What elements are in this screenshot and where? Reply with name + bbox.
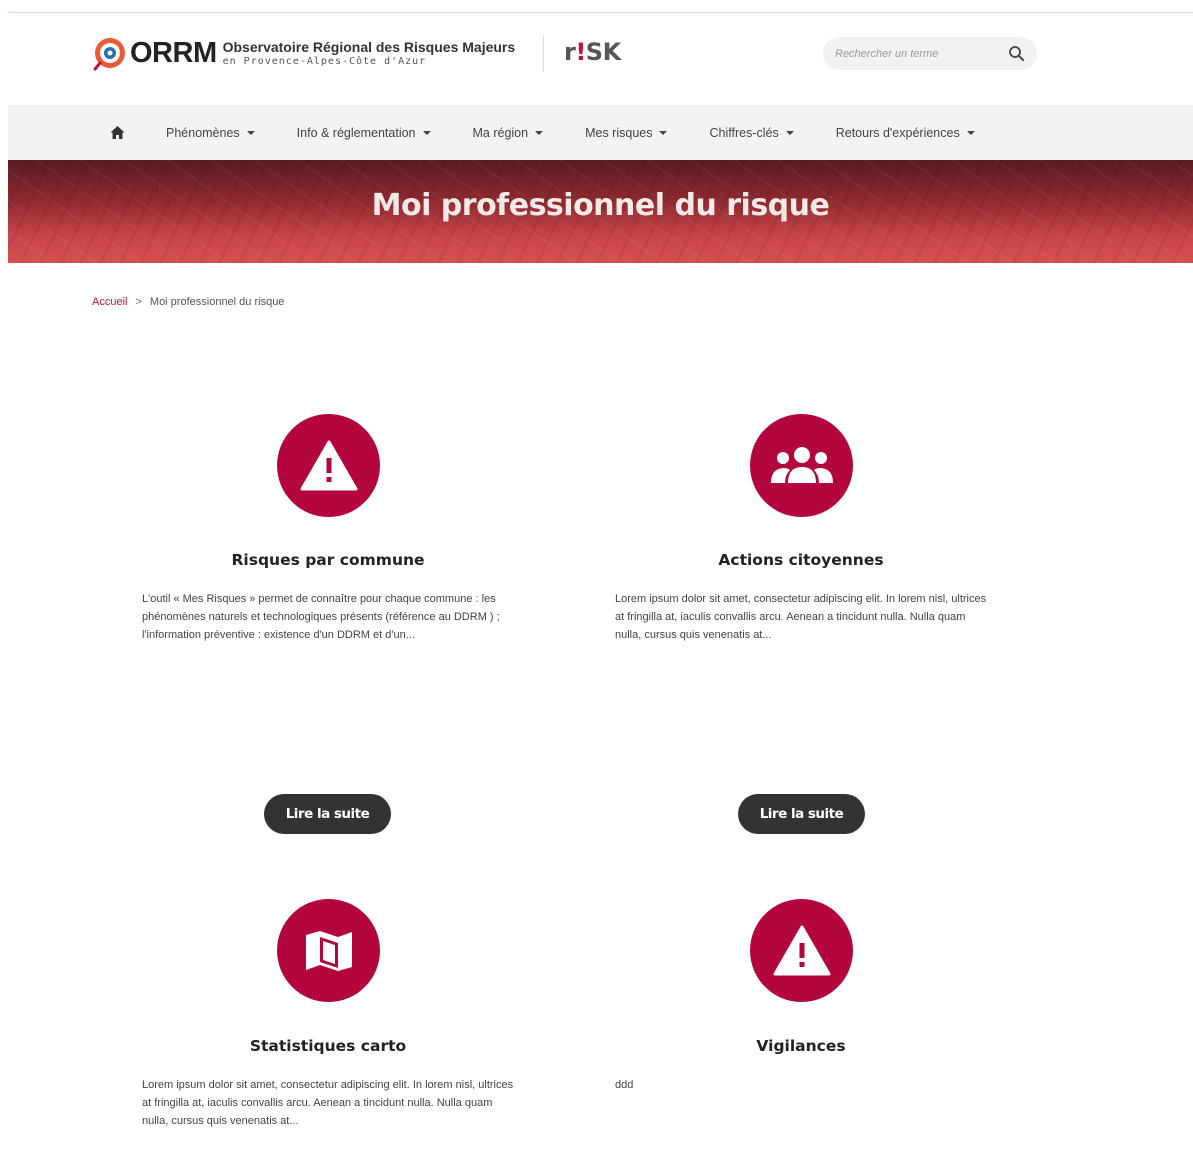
card-statistiques-carto: Statistiques carto Lorem ipsum dolor sit… xyxy=(138,899,518,1139)
risk-logo-link[interactable]: r!SK xyxy=(564,38,621,66)
breadcrumb-separator: > xyxy=(135,296,142,308)
caret-down-icon xyxy=(535,130,544,135)
nav-item-label: Phénomènes xyxy=(166,125,240,140)
nav-item-retours-experiences[interactable]: Retours d'expériences xyxy=(836,126,975,140)
nav-item-label: Ma région xyxy=(472,125,529,140)
nav-item-ma-region[interactable]: Ma région xyxy=(473,126,544,140)
page-title: Moi professionnel du risque xyxy=(371,188,830,223)
caret-down-icon xyxy=(966,130,975,135)
caret-down-icon xyxy=(246,130,255,135)
nav-item-phenomenes[interactable]: Phénomènes xyxy=(166,126,255,140)
nav-item-label: Retours d'expériences xyxy=(835,125,960,140)
logo-text: Observatoire Régional des Risques Majeur… xyxy=(223,39,516,68)
card-text: Lorem ipsum dolor sit amet, consectetur … xyxy=(142,1079,514,1127)
search-input[interactable] xyxy=(835,45,1000,63)
card-actions-citoyennes: Actions citoyennes Lorem ipsum dolor sit… xyxy=(611,414,991,834)
nav-item-label: Mes risques xyxy=(585,125,653,140)
nav-item-label: Info & réglementation xyxy=(296,125,416,140)
read-more-button[interactable]: Lire la suite xyxy=(738,794,865,834)
card-title: Vigilances xyxy=(756,1037,846,1055)
search-box xyxy=(823,37,1037,70)
main-nav: Phénomènes Info & réglementation Ma régi… xyxy=(8,105,1193,160)
search-icon[interactable] xyxy=(1008,45,1025,62)
target-logo-icon xyxy=(92,35,128,71)
nav-item-mes-risques[interactable]: Mes risques xyxy=(585,125,668,140)
logo-word: ORRM xyxy=(130,37,217,69)
map-icon xyxy=(277,899,380,1002)
caret-down-icon xyxy=(785,130,794,135)
nav-item-chiffres-cles[interactable]: Chiffres-clés xyxy=(709,125,794,140)
page-banner: Moi professionnel du risque xyxy=(8,160,1193,263)
risk-logo-r: r xyxy=(564,38,576,66)
orrm-logo-link[interactable]: ORRM Observatoire Régional des Risques M… xyxy=(92,35,515,71)
logo-subtitle: en Provence-Alpes-Côte d'Azur xyxy=(222,55,427,67)
logo-title: Observatoire Régional des Risques Majeur… xyxy=(222,38,516,55)
nav-item-info-reglementation[interactable]: Info & réglementation xyxy=(297,126,431,140)
risk-logo-bang: ! xyxy=(575,38,586,66)
breadcrumb-current: Moi professionnel du risque xyxy=(149,296,285,308)
card-title: Statistiques carto xyxy=(249,1037,407,1055)
card-text: ddd xyxy=(615,1079,634,1091)
warning-icon xyxy=(750,899,853,1002)
card-risques-par-commune: Risques par commune L'outil « Mes Risque… xyxy=(138,414,518,834)
home-icon[interactable] xyxy=(109,124,126,141)
breadcrumb-home-link[interactable]: Accueil xyxy=(92,296,127,308)
warning-icon xyxy=(277,414,380,517)
card-text: L'outil « Mes Risques » permet de connaî… xyxy=(142,593,500,641)
card-text: Lorem ipsum dolor sit amet, consectetur … xyxy=(615,593,987,641)
site-header: ORRM Observatoire Régional des Risques M… xyxy=(0,13,1193,105)
users-icon xyxy=(750,414,853,517)
risk-logo-rest: SK xyxy=(585,38,621,66)
nav-item-label: Chiffres-clés xyxy=(709,125,779,140)
logo-separator xyxy=(543,36,544,72)
card-title: Actions citoyennes xyxy=(718,551,884,569)
card-title: Risques par commune xyxy=(231,551,425,569)
caret-down-icon xyxy=(422,130,431,135)
caret-down-icon xyxy=(659,130,668,135)
card-vigilances: Vigilances ddd xyxy=(611,899,991,1139)
breadcrumb: Accueil > Moi professionnel du risque xyxy=(92,296,284,308)
read-more-button[interactable]: Lire la suite xyxy=(264,794,391,834)
